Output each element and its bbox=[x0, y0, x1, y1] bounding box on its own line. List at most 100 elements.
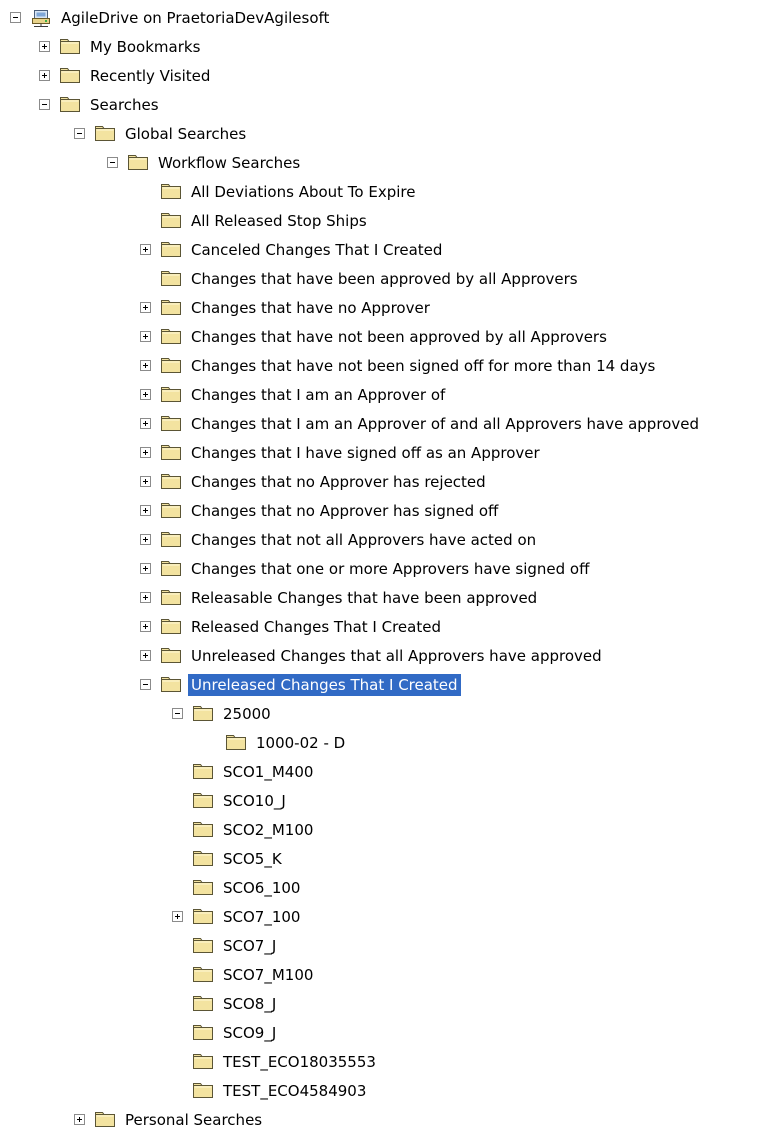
expand-icon[interactable] bbox=[140, 360, 151, 371]
expand-icon[interactable] bbox=[39, 41, 50, 52]
expand-icon[interactable] bbox=[140, 563, 151, 574]
tree-node-changes-that-have-no-approver[interactable]: Changes that have no Approver bbox=[140, 293, 433, 322]
tree-node-sco7-100[interactable]: SCO7_100 bbox=[172, 902, 303, 931]
tree-node-label[interactable]: Changes that one or more Approvers have … bbox=[188, 558, 592, 580]
tree-node-sco8-j[interactable]: SCO8_J bbox=[172, 989, 279, 1018]
tree-node-unreleased-changes-that-i-created[interactable]: Unreleased Changes That I Created bbox=[140, 670, 461, 699]
tree-node-changes-that-no-approver-has-rejected[interactable]: Changes that no Approver has rejected bbox=[140, 467, 489, 496]
tree-node-sco1-m400[interactable]: SCO1_M400 bbox=[172, 757, 316, 786]
tree-node-label[interactable]: SCO9_J bbox=[220, 1022, 279, 1044]
expand-icon[interactable] bbox=[140, 447, 151, 458]
tree-node-changes-that-not-all-approvers-have-acted-on[interactable]: Changes that not all Approvers have acte… bbox=[140, 525, 539, 554]
tree-node-all-deviations-about-to-expire[interactable]: All Deviations About To Expire bbox=[140, 177, 418, 206]
tree-node-searches[interactable]: Searches bbox=[39, 90, 162, 119]
tree-node-label[interactable]: Changes that not all Approvers have acte… bbox=[188, 529, 539, 551]
tree-node-label[interactable]: Changes that have no Approver bbox=[188, 297, 433, 319]
tree-node-label-selected[interactable]: Unreleased Changes That I Created bbox=[188, 673, 461, 696]
tree-node-sco5-k[interactable]: SCO5_K bbox=[172, 844, 285, 873]
tree-node-test-eco18035553[interactable]: TEST_ECO18035553 bbox=[172, 1047, 379, 1076]
expand-icon[interactable] bbox=[140, 505, 151, 516]
tree-node-1000-02-d[interactable]: 1000-02 - D bbox=[205, 728, 348, 757]
tree-node-label[interactable]: Changes that no Approver has signed off bbox=[188, 500, 501, 522]
tree-node-label[interactable]: Changes that I have signed off as an App… bbox=[188, 442, 543, 464]
tree-node-changes-that-no-approver-has-signed-off[interactable]: Changes that no Approver has signed off bbox=[140, 496, 501, 525]
tree-node-all-released-stop-ships[interactable]: All Released Stop Ships bbox=[140, 206, 370, 235]
tree-node-label[interactable]: SCO6_100 bbox=[220, 877, 303, 899]
tree-node-changes-that-i-am-an-approver-of-and-all-approvers-have-approved[interactable]: Changes that I am an Approver of and all… bbox=[140, 409, 702, 438]
tree-node-label[interactable]: SCO10_J bbox=[220, 790, 289, 812]
expand-icon[interactable] bbox=[39, 70, 50, 81]
tree-node-label[interactable]: SCO7_J bbox=[220, 935, 279, 957]
tree-node-label[interactable]: Personal Searches bbox=[122, 1109, 265, 1131]
tree-node-label[interactable]: Changes that have not been signed off fo… bbox=[188, 355, 658, 377]
tree-node-label[interactable]: Canceled Changes That I Created bbox=[188, 239, 445, 261]
tree-node-label[interactable]: Global Searches bbox=[122, 123, 249, 145]
tree-node-label[interactable]: Changes that have not been approved by a… bbox=[188, 326, 610, 348]
collapse-icon[interactable] bbox=[10, 12, 21, 23]
expand-icon[interactable] bbox=[140, 244, 151, 255]
tree-node-label[interactable]: Changes that have been approved by all A… bbox=[188, 268, 581, 290]
tree-node-changes-that-i-am-an-approver-of[interactable]: Changes that I am an Approver of bbox=[140, 380, 448, 409]
tree-node-label[interactable]: All Deviations About To Expire bbox=[188, 181, 418, 203]
expand-icon[interactable] bbox=[140, 302, 151, 313]
tree-node-label[interactable]: SCO1_M400 bbox=[220, 761, 316, 783]
collapse-icon[interactable] bbox=[107, 157, 118, 168]
tree-node-workflow-searches[interactable]: Workflow Searches bbox=[107, 148, 303, 177]
expand-icon[interactable] bbox=[140, 592, 151, 603]
expand-icon[interactable] bbox=[140, 534, 151, 545]
tree-node-global-searches[interactable]: Global Searches bbox=[74, 119, 249, 148]
tree-node-label[interactable]: My Bookmarks bbox=[87, 36, 203, 58]
tree-node-changes-that-i-have-signed-off-as-an-approver[interactable]: Changes that I have signed off as an App… bbox=[140, 438, 543, 467]
tree-node-label[interactable]: Workflow Searches bbox=[155, 152, 303, 174]
tree-node-label[interactable]: TEST_ECO4584903 bbox=[220, 1080, 369, 1102]
tree-node-sco2-m100[interactable]: SCO2_M100 bbox=[172, 815, 316, 844]
tree-node-changes-that-have-not-been-approved-by-all-approvers[interactable]: Changes that have not been approved by a… bbox=[140, 322, 610, 351]
tree-node-sco10-j[interactable]: SCO10_J bbox=[172, 786, 289, 815]
tree-node-label[interactable]: Changes that I am an Approver of bbox=[188, 384, 448, 406]
tree-node-label[interactable]: AgileDrive on PraetoriaDevAgilesoft bbox=[58, 7, 332, 29]
tree-node-label[interactable]: Changes that no Approver has rejected bbox=[188, 471, 489, 493]
tree-node-label[interactable]: SCO2_M100 bbox=[220, 819, 316, 841]
tree-node-releasable-changes-that-have-been-approved[interactable]: Releasable Changes that have been approv… bbox=[140, 583, 540, 612]
expand-icon[interactable] bbox=[140, 418, 151, 429]
tree-node-label[interactable]: 25000 bbox=[220, 703, 274, 725]
expand-icon[interactable] bbox=[140, 476, 151, 487]
tree-node-label[interactable]: SCO8_J bbox=[220, 993, 279, 1015]
tree-node-label[interactable]: TEST_ECO18035553 bbox=[220, 1051, 379, 1073]
tree-node-label[interactable]: SCO7_M100 bbox=[220, 964, 316, 986]
expand-icon[interactable] bbox=[172, 911, 183, 922]
tree-node-25000[interactable]: 25000 bbox=[172, 699, 274, 728]
tree-node-sco6-100[interactable]: SCO6_100 bbox=[172, 873, 303, 902]
tree-node-changes-that-have-not-been-signed-off-for-more-than-14-days[interactable]: Changes that have not been signed off fo… bbox=[140, 351, 658, 380]
expand-icon[interactable] bbox=[140, 650, 151, 661]
tree-node-label[interactable]: Changes that I am an Approver of and all… bbox=[188, 413, 702, 435]
tree-node-changes-that-one-or-more-approvers-have-signed-off[interactable]: Changes that one or more Approvers have … bbox=[140, 554, 592, 583]
collapse-icon[interactable] bbox=[172, 708, 183, 719]
tree-node-label[interactable]: Unreleased Changes that all Approvers ha… bbox=[188, 645, 605, 667]
tree-node-personal-searches[interactable]: Personal Searches bbox=[74, 1105, 265, 1134]
collapse-icon[interactable] bbox=[74, 128, 85, 139]
tree-node-label[interactable]: 1000-02 - D bbox=[253, 732, 348, 754]
tree-node-test-eco4584903[interactable]: TEST_ECO4584903 bbox=[172, 1076, 369, 1105]
tree-node-sco7-m100[interactable]: SCO7_M100 bbox=[172, 960, 316, 989]
tree-node-label[interactable]: Recently Visited bbox=[87, 65, 213, 87]
collapse-icon[interactable] bbox=[140, 679, 151, 690]
tree-node-label[interactable]: Searches bbox=[87, 94, 162, 116]
tree-node-changes-that-have-been-approved-by-all-approvers[interactable]: Changes that have been approved by all A… bbox=[140, 264, 581, 293]
tree-node-label[interactable]: Released Changes That I Created bbox=[188, 616, 444, 638]
tree-node-canceled-changes-that-i-created[interactable]: Canceled Changes That I Created bbox=[140, 235, 445, 264]
expand-icon[interactable] bbox=[140, 331, 151, 342]
tree-node-label[interactable]: SCO5_K bbox=[220, 848, 285, 870]
tree-node-unreleased-changes-that-all-approvers-have-approved[interactable]: Unreleased Changes that all Approvers ha… bbox=[140, 641, 605, 670]
tree-node-released-changes-that-i-created[interactable]: Released Changes That I Created bbox=[140, 612, 444, 641]
expand-icon[interactable] bbox=[140, 389, 151, 400]
tree-node-sco7-j[interactable]: SCO7_J bbox=[172, 931, 279, 960]
tree-node-label[interactable]: Releasable Changes that have been approv… bbox=[188, 587, 540, 609]
tree-node-recently-visited[interactable]: Recently Visited bbox=[39, 61, 213, 90]
tree-root-node[interactable]: AgileDrive on PraetoriaDevAgilesoft bbox=[10, 3, 332, 32]
collapse-icon[interactable] bbox=[39, 99, 50, 110]
tree-node-my-bookmarks[interactable]: My Bookmarks bbox=[39, 32, 203, 61]
expand-icon[interactable] bbox=[140, 621, 151, 632]
tree-node-sco9-j[interactable]: SCO9_J bbox=[172, 1018, 279, 1047]
expand-icon[interactable] bbox=[74, 1114, 85, 1125]
